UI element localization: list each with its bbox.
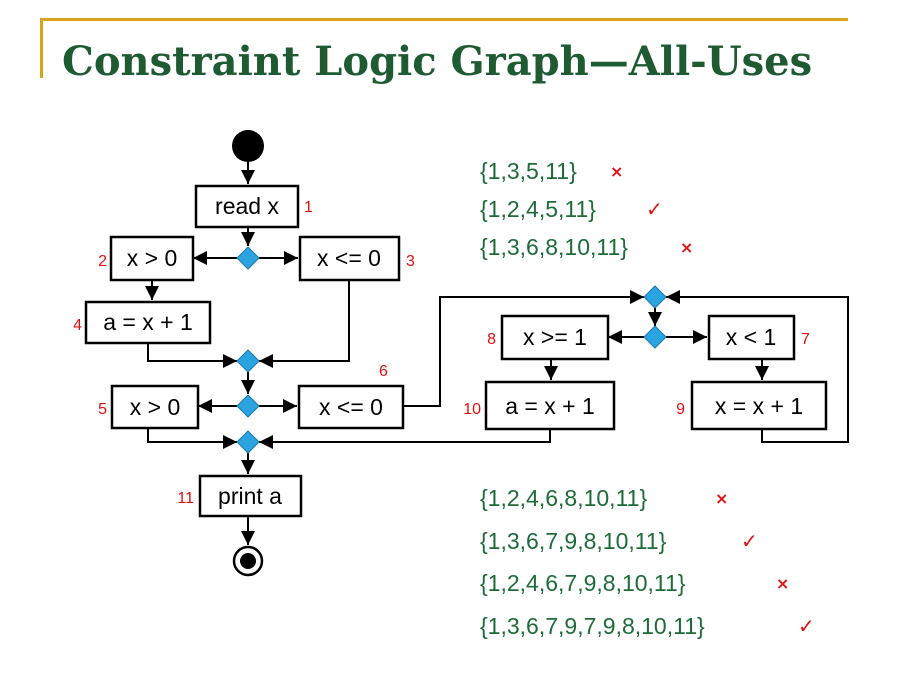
node-10: a = x + 1 10	[463, 380, 616, 431]
node-label: x <= 0	[317, 245, 381, 271]
node-number: 3	[406, 253, 415, 270]
node-number: 2	[98, 253, 107, 270]
node-number: 8	[487, 331, 496, 348]
node-label: x >= 1	[523, 324, 587, 350]
path-item: {1,3,6,7,9,8,10,11}	[480, 528, 667, 554]
node-label: x < 1	[726, 324, 777, 350]
edge-3-to-d2	[259, 280, 350, 368]
node-9: x = x + 1 9	[676, 380, 828, 431]
edge-5-to-d4	[147, 428, 237, 449]
path-item: {1,3,6,7,9,7,9,8,10,11}	[480, 613, 705, 639]
invalid-mark: ×	[715, 489, 728, 508]
edge-10-to-d4	[259, 429, 551, 449]
control-flow-graph: read x 1 x > 0 2 x <= 0 3 a = x + 1 4 x …	[73, 130, 849, 639]
node-8: x >= 1 8	[487, 314, 610, 361]
node-5: x > 0 5	[98, 384, 200, 430]
node-4: a = x + 1 4	[73, 300, 212, 345]
valid-mark: ✓	[798, 614, 815, 638]
node-7: x < 1 7	[707, 314, 810, 361]
node-label: a = x + 1	[505, 393, 595, 419]
node-label: x > 0	[130, 394, 181, 420]
node-number: 1	[304, 199, 313, 216]
node-number: 9	[676, 401, 685, 418]
node-label: print a	[218, 483, 282, 509]
valid-mark: ✓	[646, 197, 663, 221]
node-label: x = x + 1	[715, 393, 803, 419]
invalid-mark: ×	[610, 162, 623, 181]
node-number: 11	[177, 490, 194, 507]
node-label: x > 0	[127, 245, 178, 271]
path-item: {1,2,4,5,11}	[480, 196, 596, 222]
node-11: print a 11	[177, 474, 303, 518]
decision-diamond	[236, 246, 260, 270]
node-number: 7	[801, 331, 810, 348]
end-node	[232, 545, 264, 577]
merge-diamond	[236, 349, 260, 373]
node-number: 5	[98, 401, 107, 418]
node-1: read x 1	[194, 184, 313, 229]
path-item: {1,3,5,11}	[480, 158, 577, 184]
merge-diamond	[236, 430, 260, 454]
node-number: 4	[73, 317, 82, 334]
edge-4-to-d2	[147, 343, 237, 368]
node-number: 6	[379, 363, 388, 380]
node-label: x <= 0	[319, 394, 383, 420]
valid-mark: ✓	[741, 529, 758, 553]
node-6: x <= 0 6	[297, 363, 405, 430]
path-list-bottom: {1,2,4,6,8,10,11} × {1,3,6,7,9,8,10,11} …	[480, 485, 815, 639]
node-2: x > 0 2	[98, 235, 195, 282]
invalid-mark: ×	[776, 574, 789, 593]
path-item: {1,3,6,8,10,11}	[480, 234, 628, 260]
path-list-top: {1,3,5,11} × {1,2,4,5,11} ✓ {1,3,6,8,10,…	[480, 158, 693, 260]
decision-diamond	[236, 394, 260, 418]
invalid-mark: ×	[680, 238, 693, 257]
merge-diamond	[643, 285, 667, 309]
path-item: {1,2,4,6,7,9,8,10,11}	[480, 570, 686, 596]
node-label: a = x + 1	[103, 309, 193, 335]
decision-diamond	[643, 325, 667, 349]
node-3: x <= 0 3	[298, 235, 415, 282]
node-label: read x	[215, 193, 279, 219]
start-node	[232, 130, 264, 162]
node-number: 10	[463, 401, 481, 418]
path-item: {1,2,4,6,8,10,11}	[480, 485, 647, 511]
